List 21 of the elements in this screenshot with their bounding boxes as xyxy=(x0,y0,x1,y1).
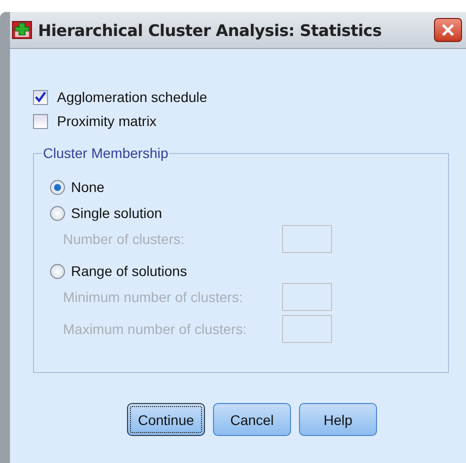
field-label: Maximum number of clusters: xyxy=(63,321,248,337)
checkbox[interactable] xyxy=(33,114,48,128)
checkbox-label: Proximity matrix xyxy=(57,113,157,129)
radio-button[interactable] xyxy=(50,264,65,278)
field-label: Minimum number of clusters: xyxy=(63,289,244,305)
dialog-button[interactable]: Continue xyxy=(127,403,205,436)
checkbox[interactable] xyxy=(33,90,48,104)
group-title: Cluster Membership xyxy=(42,145,170,161)
close-button[interactable] xyxy=(434,18,462,42)
radio-button[interactable] xyxy=(50,206,65,220)
window-title: Hierarchical Cluster Analysis: Statistics xyxy=(38,20,382,40)
checkbox-label: Agglomeration schedule xyxy=(57,89,208,105)
dialog-button[interactable]: Help xyxy=(299,403,377,436)
dialog-button[interactable]: Cancel xyxy=(213,403,291,436)
app-icon xyxy=(12,21,32,39)
field-label: Number of clusters: xyxy=(63,231,186,247)
radio-label: Range of solutions xyxy=(71,263,187,279)
radio-label: None xyxy=(71,179,104,195)
close-icon xyxy=(441,23,455,37)
radio-label: Single solution xyxy=(71,205,162,221)
radio-button[interactable] xyxy=(50,180,65,194)
